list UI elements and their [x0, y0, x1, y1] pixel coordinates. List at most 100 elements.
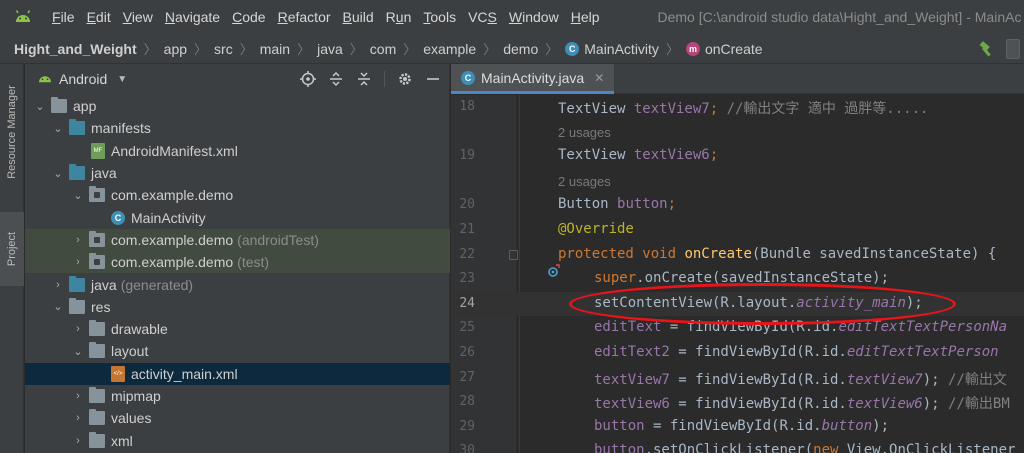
usages-hint-label: 2 usages	[558, 124, 611, 140]
tree-item-activity-main-xml[interactable]: </> activity_main.xml	[25, 362, 450, 385]
chevron-down-icon[interactable]: ⌄	[51, 167, 65, 180]
tree-item-drawable[interactable]: › drawable	[25, 318, 450, 340]
code-text: super.onCreate(savedInstanceState);	[594, 270, 889, 286]
tree-item-package-androidtest[interactable]: › com.example.demo (androidTest)	[25, 228, 450, 252]
code-line-current[interactable]: 24 setContentView(R.layout.activity_main…	[451, 291, 1024, 317]
menu-item-window[interactable]: Window	[503, 0, 565, 34]
tree-item-label: app	[73, 98, 97, 115]
hide-panel-icon[interactable]	[425, 71, 441, 87]
chevron-right-icon[interactable]: ›	[71, 256, 85, 268]
menu-item-build[interactable]: Build	[337, 0, 380, 34]
code-line[interactable]: 20 Button button;	[451, 193, 1024, 218]
code-line[interactable]: 26 editText2 = findViewById(R.id.editTex…	[451, 341, 1024, 366]
module-folder-icon	[51, 97, 67, 114]
menu-item-tools[interactable]: Tools	[417, 0, 462, 34]
breadcrumb-separator: 〉	[483, 42, 497, 57]
tree-item-androidmanifest[interactable]: MF AndroidManifest.xml	[25, 140, 450, 162]
class-icon: C	[461, 70, 475, 85]
gear-icon[interactable]	[397, 71, 413, 87]
tab-mainactivity-java[interactable]: C MainActivity.java ✕	[451, 64, 615, 94]
project-view-selector[interactable]: Android	[59, 71, 107, 87]
chevron-right-icon[interactable]: ›	[71, 435, 85, 447]
code-token: = findViewById(R.id.	[669, 343, 847, 360]
breadcrumb-class[interactable]: C MainActivity	[565, 41, 659, 57]
code-text: TextView textView7; //輸出文字 適中 過胖等.....	[558, 98, 928, 118]
tree-item-app[interactable]: ⌄ app	[25, 95, 450, 117]
code-line[interactable]: 29 button = findViewById(R.id.button);	[451, 415, 1024, 440]
chevron-down-icon[interactable]: ▼	[117, 74, 127, 85]
tab-resource-manager[interactable]: Resource Manager	[0, 72, 24, 192]
breadcrumb-item[interactable]: java	[317, 41, 343, 57]
build-hammer-icon[interactable]	[976, 38, 998, 60]
chevron-down-icon[interactable]: ⌄	[71, 189, 85, 202]
usages-hint[interactable]: 2 usages	[451, 169, 1024, 194]
code-line[interactable]: 27 textView7 = findViewById(R.id.textVie…	[451, 366, 1024, 391]
menu-item-help[interactable]: Help	[565, 0, 606, 34]
breadcrumb-item[interactable]: example	[423, 41, 476, 57]
code-line[interactable]: 21 @Override	[451, 218, 1024, 243]
folder-icon	[89, 431, 105, 448]
tree-item-mipmap[interactable]: › mipmap	[25, 385, 450, 407]
menu-item-code[interactable]: Code	[226, 0, 271, 34]
menu-item-refactor[interactable]: Refactor	[272, 0, 337, 34]
chevron-right-icon[interactable]: ›	[51, 279, 65, 291]
folder-icon	[69, 275, 85, 292]
tree-item-java-generated[interactable]: › java (generated)	[25, 273, 450, 295]
tree-item-package-test[interactable]: › com.example.demo (test)	[25, 251, 450, 274]
code-line[interactable]: 23 super.onCreate(savedInstanceState);	[451, 267, 1024, 292]
chevron-down-icon[interactable]: ⌄	[51, 300, 65, 313]
menu-item-vcs[interactable]: VCS	[462, 0, 503, 34]
breadcrumb-method[interactable]: m onCreate	[685, 41, 763, 57]
breadcrumb-item[interactable]: com	[370, 41, 396, 57]
code-line[interactable]: 25 editText = findViewById(R.id.editText…	[451, 316, 1024, 341]
breadcrumb-item[interactable]: app	[164, 41, 187, 57]
tree-item-values[interactable]: › values	[25, 407, 450, 429]
tree-item-java[interactable]: ⌄ java	[25, 162, 450, 184]
tree-item-xml[interactable]: › xml	[25, 429, 450, 451]
code-line[interactable]: 30 button.setOnClickListener(new View.On…	[451, 439, 1024, 453]
chevron-down-icon[interactable]: ⌄	[71, 345, 85, 358]
tree-item-manifests[interactable]: ⌄ manifests	[25, 117, 450, 139]
menu-item-edit[interactable]: Edit	[81, 0, 117, 34]
tree-item-package[interactable]: ⌄ com.example.demo	[25, 184, 450, 206]
close-icon[interactable]: ✕	[594, 71, 604, 85]
fold-marker-icon[interactable]	[509, 249, 518, 260]
tree-item-mainactivity[interactable]: C MainActivity	[25, 206, 450, 228]
collapse-all-icon[interactable]	[356, 71, 372, 87]
tree-item-suffix: (androidTest)	[237, 231, 319, 248]
menu-item-run[interactable]: Run	[380, 0, 418, 34]
breadcrumb-item[interactable]: demo	[503, 41, 538, 57]
chevron-down-icon[interactable]: ⌄	[33, 100, 47, 113]
folder-icon	[89, 342, 105, 359]
code-line[interactable]: 18 TextView textView7; //輸出文字 適中 過胖等....…	[451, 95, 1024, 120]
code-text: @Override	[558, 221, 634, 237]
run-configuration-selector[interactable]	[1006, 39, 1020, 59]
usages-hint[interactable]: 2 usages	[451, 120, 1024, 145]
chevron-down-icon[interactable]: ⌄	[51, 122, 65, 135]
breadcrumb-item[interactable]: main	[260, 41, 290, 57]
menu-item-view[interactable]: View	[117, 0, 159, 34]
chevron-right-icon[interactable]: ›	[71, 412, 85, 424]
code-line[interactable]: 19 TextView textView6;	[451, 144, 1024, 169]
code-text: editText2 = findViewById(R.id.editTextTe…	[594, 344, 999, 360]
menu-item-navigate[interactable]: Navigate	[159, 0, 226, 34]
expand-all-icon[interactable]	[328, 71, 344, 87]
chevron-right-icon[interactable]: ›	[71, 390, 85, 402]
breadcrumb-item[interactable]: src	[214, 41, 233, 57]
tab-project[interactable]: Project	[0, 212, 24, 286]
code-line[interactable]: 28 textView6 = findViewById(R.id.textVie…	[451, 390, 1024, 415]
tree-item-layout[interactable]: ⌄ layout	[25, 340, 450, 362]
code-token: (Bundle savedInstanceState) {	[751, 245, 997, 262]
breadcrumb-item[interactable]: Hight_and_Weight	[14, 41, 137, 57]
locate-target-icon[interactable]	[300, 71, 316, 87]
tree-item-res[interactable]: ⌄ res	[25, 296, 450, 318]
line-number: 30	[459, 443, 475, 453]
code-line[interactable]: 22 protected void onCreate(Bundle savedI…	[451, 243, 1024, 277]
code-token: = findViewById(R.id.	[669, 371, 847, 388]
menu-item-file[interactable]: File	[46, 0, 81, 34]
chevron-right-icon[interactable]: ›	[71, 323, 85, 335]
code-lines[interactable]: 18 TextView textView7; //輸出文字 適中 過胖等....…	[451, 95, 1024, 453]
chevron-right-icon[interactable]: ›	[71, 234, 85, 246]
breadcrumb-separator: 〉	[349, 42, 363, 57]
code-token: TextView	[558, 147, 634, 164]
